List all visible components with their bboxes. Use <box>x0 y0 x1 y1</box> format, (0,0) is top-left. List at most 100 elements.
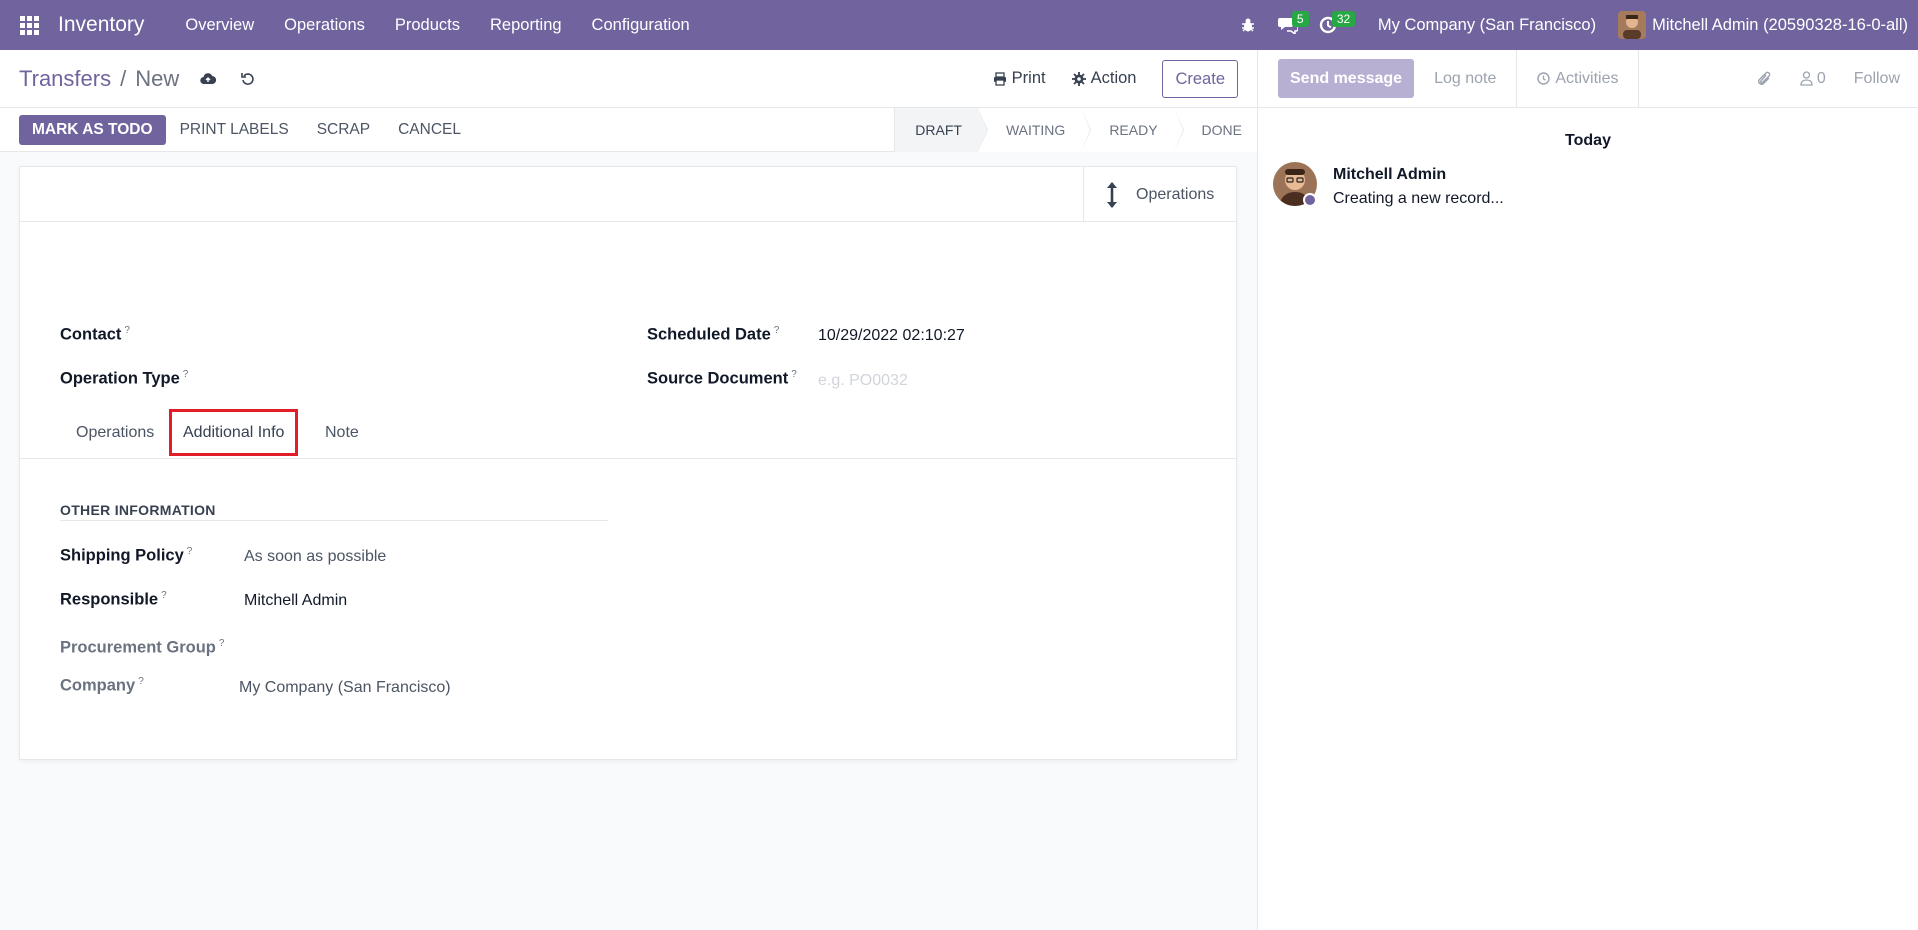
menu-operations[interactable]: Operations <box>269 0 380 50</box>
notebook-tabs: Operations Additional Info Note <box>20 407 1236 459</box>
contact-label-text: Contact <box>60 325 122 344</box>
menu-configuration[interactable]: Configuration <box>577 0 705 50</box>
activities-clock-icon[interactable]: 32 <box>1308 0 1356 50</box>
paperclip-icon[interactable] <box>1756 70 1772 88</box>
smart-button-box: Operations <box>20 167 1236 222</box>
operation-type-help[interactable]: ? <box>183 369 189 380</box>
gear-icon <box>1071 71 1086 86</box>
shipping-policy-label: Shipping Policy? <box>60 546 192 566</box>
breadcrumb-transfers[interactable]: Transfers <box>19 66 111 92</box>
activities-label: Activities <box>1555 69 1619 87</box>
messages-icon[interactable]: 5 <box>1268 0 1309 50</box>
breadcrumb-current: New <box>135 65 180 91</box>
top-navbar: Inventory Overview Operations Products R… <box>0 0 1918 50</box>
stage-done[interactable]: DONE <box>1173 107 1258 152</box>
followers-count: 0 <box>1816 69 1826 87</box>
debug-bug-icon[interactable] <box>1228 0 1268 50</box>
action-label: Action <box>1090 69 1137 87</box>
responsible-label: Responsible? <box>60 590 167 610</box>
messages-badge: 5 <box>1291 11 1309 27</box>
chatter-panel: Send message Log note Activities 0 Follo… <box>1257 49 1918 930</box>
shipping-policy-label-text: Shipping Policy <box>60 546 184 565</box>
discard-undo-icon[interactable] <box>237 68 259 90</box>
source-document-label: Source Document? <box>647 369 797 389</box>
operation-type-label-text: Operation Type <box>60 369 180 388</box>
log-note-button[interactable]: Log note <box>1414 70 1516 88</box>
scrap-button[interactable]: SCRAP <box>303 115 384 145</box>
source-document-label-text: Source Document <box>647 369 789 388</box>
print-button[interactable]: Print <box>993 69 1046 88</box>
company-value: My Company (San Francisco) <box>239 679 451 696</box>
contact-label: Contact? <box>60 325 130 345</box>
vertical-arrows-icon <box>1107 181 1117 208</box>
navbar-systray: 5 32 My Company (San Francisco) Mitchell… <box>1228 0 1918 50</box>
mark-as-todo-button[interactable]: MARK AS TODO <box>19 114 166 145</box>
tab-additional-info[interactable]: Additional Info <box>169 409 299 456</box>
message-author[interactable]: Mitchell Admin <box>1333 166 1504 184</box>
scheduled-date-help[interactable]: ? <box>774 325 780 336</box>
operations-smart-button[interactable]: Operations <box>1083 167 1236 222</box>
user-icon <box>1800 71 1813 86</box>
followers-button[interactable]: 0 <box>1800 70 1826 88</box>
breadcrumb: Transfers / New <box>19 66 179 92</box>
menu-overview[interactable]: Overview <box>170 0 269 50</box>
send-message-button[interactable]: Send message <box>1278 59 1415 98</box>
company-help[interactable]: ? <box>138 676 144 687</box>
tab-note[interactable]: Note <box>325 407 359 459</box>
responsible-label-text: Responsible <box>60 590 159 609</box>
source-document-help[interactable]: ? <box>791 369 797 380</box>
create-button[interactable]: Create <box>1162 59 1238 98</box>
stage-draft[interactable]: DRAFT <box>894 107 988 152</box>
save-cloud-icon[interactable] <box>197 68 219 90</box>
activities-badge: 32 <box>1331 11 1356 27</box>
responsible-input[interactable]: Mitchell Admin <box>244 592 347 610</box>
breadcrumb-separator: / <box>120 65 127 91</box>
activities-button[interactable]: Activities <box>1516 49 1640 108</box>
chatter-topbar: Send message Log note Activities 0 Follo… <box>1258 49 1918 108</box>
scheduled-date-input[interactable]: 10/29/2022 02:10:27 <box>818 327 965 345</box>
message-body: Mitchell Admin Creating a new record... <box>1333 166 1504 208</box>
form-statusbar: MARK AS TODO PRINT LABELS SCRAP CANCEL D… <box>0 107 1258 152</box>
form-sheet: Operations Contact? Operation Type? Sche… <box>19 166 1237 760</box>
shipping-policy-select[interactable]: As soon as possible <box>244 548 386 566</box>
contact-help[interactable]: ? <box>124 325 130 336</box>
operations-smart-label: Operations <box>1136 185 1215 203</box>
menu-products[interactable]: Products <box>380 0 475 50</box>
clock-icon <box>1537 72 1551 85</box>
tab-operations[interactable]: Operations <box>76 407 154 459</box>
company-switcher[interactable]: My Company (San Francisco) <box>1378 16 1596 35</box>
responsible-help[interactable]: ? <box>161 590 167 601</box>
user-avatar <box>1618 11 1647 39</box>
apps-menu-icon[interactable] <box>0 0 58 50</box>
scheduled-date-label: Scheduled Date? <box>647 325 779 345</box>
user-menu[interactable]: Mitchell Admin (20590328-16-0-all) <box>1618 11 1908 39</box>
procurement-group-help[interactable]: ? <box>219 638 225 649</box>
chatter-right-actions: 0 Follow <box>1756 70 1918 88</box>
printer-icon <box>993 71 1006 86</box>
shipping-policy-help[interactable]: ? <box>187 546 193 557</box>
user-name: Mitchell Admin (20590328-16-0-all) <box>1652 15 1908 34</box>
day-separator: Today <box>1565 132 1611 149</box>
menu-reporting[interactable]: Reporting <box>475 0 577 50</box>
operation-type-label: Operation Type? <box>60 369 188 389</box>
app-brand[interactable]: Inventory <box>58 13 144 37</box>
print-label: Print <box>1011 69 1046 87</box>
message-text: Creating a new record... <box>1333 190 1504 207</box>
company-label: Company? <box>60 676 144 696</box>
cancel-button[interactable]: CANCEL <box>384 115 475 145</box>
action-button[interactable]: Action <box>1071 69 1137 88</box>
print-labels-button[interactable]: PRINT LABELS <box>166 115 303 145</box>
control-panel: Transfers / New Print Action Create <box>0 50 1258 108</box>
stage-pipeline: DRAFT WAITING READY DONE <box>894 107 1258 152</box>
online-status-dot <box>1303 193 1317 207</box>
procurement-group-label-text: Procurement Group <box>60 638 216 657</box>
source-document-input[interactable]: e.g. PO0032 <box>818 372 908 390</box>
scheduled-date-label-text: Scheduled Date <box>647 325 771 344</box>
main-menu: Overview Operations Products Reporting C… <box>170 0 704 50</box>
form-view: Transfers / New Print Action Create MARK… <box>0 50 1258 930</box>
stage-ready[interactable]: READY <box>1081 107 1184 152</box>
other-information-heading: OTHER INFORMATION <box>60 502 608 521</box>
procurement-group-label: Procurement Group? <box>60 638 224 658</box>
stage-waiting[interactable]: WAITING <box>977 107 1092 152</box>
follow-button[interactable]: Follow <box>1854 70 1900 88</box>
